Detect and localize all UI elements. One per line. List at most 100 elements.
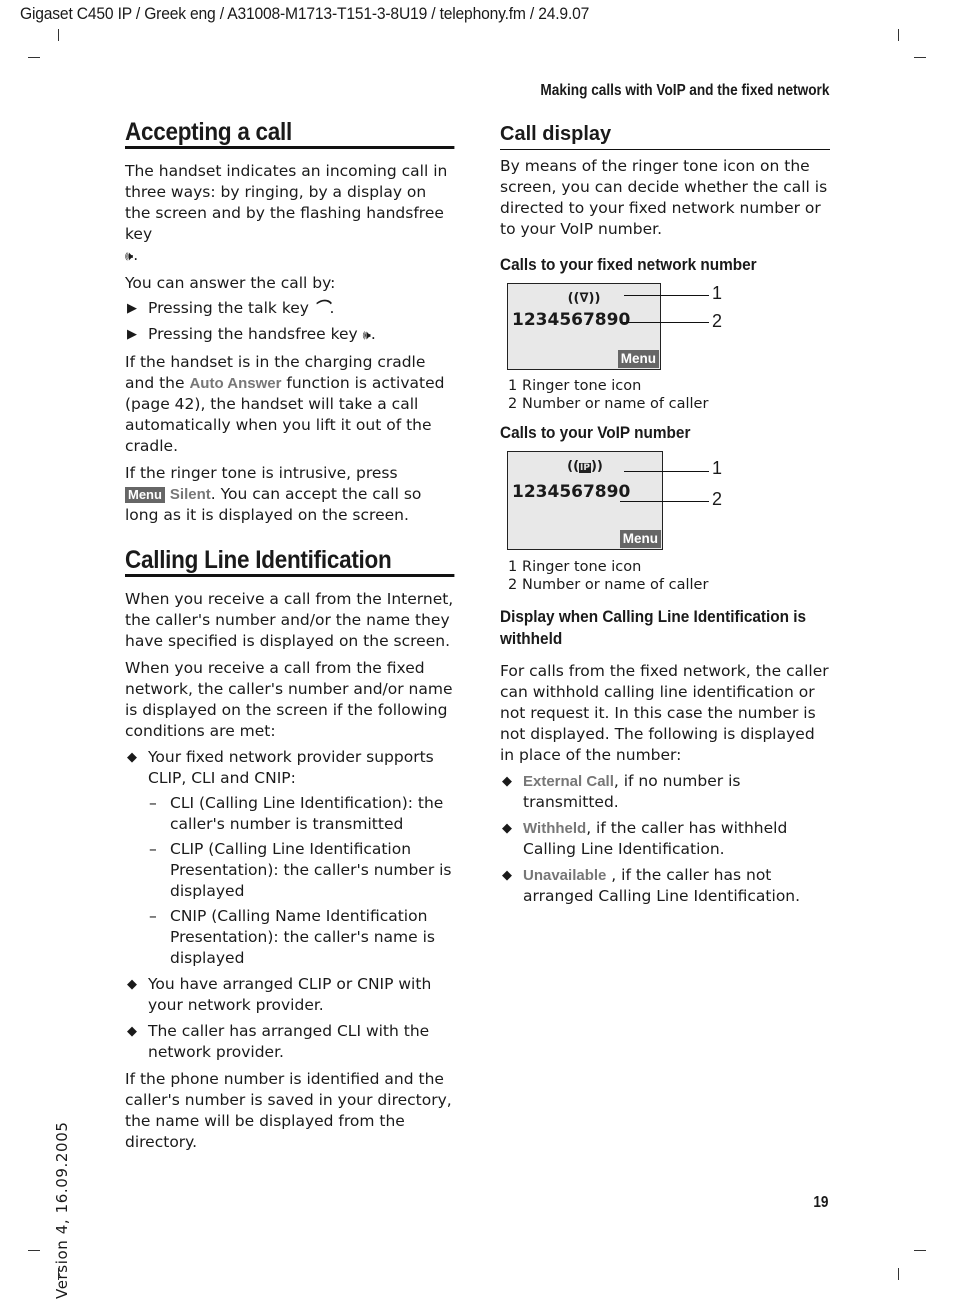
figure-legend: 1 Ringer tone icon 2 Number or name of cal…: [500, 377, 830, 413]
sub-text: CLI (Calling Line Identification): the c…: [170, 794, 444, 833]
crop-mark: [58, 29, 59, 41]
crop-mark: [898, 1268, 899, 1280]
callout-number: 2: [712, 311, 723, 331]
crop-mark: [914, 57, 926, 58]
legend-text: Ringer tone icon: [522, 559, 642, 575]
callout-line: [624, 471, 709, 472]
subheading-withheld: Display when Calling Line Identification…: [500, 608, 807, 648]
diamond-bullet-icon: ◆: [127, 1024, 137, 1039]
sub-list-item: – CLIP (Calling Line Identification Pres…: [125, 839, 455, 902]
caller-number: 1234567890: [512, 310, 631, 330]
list-item: ◆ Your fixed network provider supports C…: [125, 747, 455, 789]
legend-item: 1 Ringer tone icon: [508, 377, 830, 395]
ui-term-unavailable: Unavailable: [523, 867, 607, 884]
ui-term-external-call: External Call: [523, 773, 614, 790]
legend-number: 1: [508, 559, 518, 575]
running-title: Making calls with VoIP and the fixed net…: [539, 82, 829, 99]
legend-text: Number or name of caller: [522, 577, 709, 593]
list-item: ◆ External Call, if no number is transmi…: [500, 771, 830, 813]
fixed-display-figure: ((∇)) 1234567890 Menu 1 2: [500, 283, 830, 371]
ui-term-withheld: Withheld: [523, 820, 587, 837]
paragraph: The handset indicates an incoming call i…: [125, 162, 448, 264]
step-text: Pressing the handsfree key: [148, 325, 358, 343]
diamond-bullet-icon: ◆: [502, 868, 512, 883]
crop-mark: [28, 57, 40, 58]
crop-mark: [898, 29, 899, 41]
bullet-text: The caller has arranged CLI with the net…: [148, 1022, 430, 1061]
page-number: 19: [813, 1194, 829, 1211]
section-title-accepting: Accepting a call: [125, 120, 455, 149]
sub-text: CNIP (Calling Name Identification Presen…: [170, 907, 435, 967]
list-item: ◆ Withheld, if the caller has withheld C…: [500, 818, 830, 860]
list-item: ◆ You have arranged CLIP or CNIP with yo…: [125, 974, 455, 1016]
ui-term-silent: Silent: [169, 486, 211, 503]
crop-mark: [28, 1250, 40, 1251]
paragraph: When you receive a call from the Interne…: [125, 590, 454, 650]
list-item: ▶ Pressing the handsfree key 🕪︎.: [127, 325, 376, 343]
legend-item: 2 Number or name of caller: [508, 395, 830, 413]
callout-line: [620, 501, 709, 502]
legend-text: Number or name of caller: [522, 396, 709, 412]
right-column: Call display By means of the ringer tone…: [500, 124, 830, 907]
dash-bullet: –: [149, 907, 157, 925]
legend-text: Ringer tone icon: [522, 378, 642, 394]
bullet-text: Your fixed network provider supports CLI…: [148, 748, 434, 787]
diamond-bullet-icon: ◆: [127, 750, 137, 765]
text: If the ringer tone is intrusive, press: [125, 464, 398, 482]
legend-number: 1: [508, 378, 518, 394]
diamond-bullet-icon: ◆: [502, 821, 512, 836]
dash-bullet: –: [149, 840, 157, 858]
caller-number: 1234567890: [512, 482, 631, 502]
paragraph: If the phone number is identified and th…: [125, 1070, 452, 1151]
paragraph: For calls from the fixed network, the ca…: [500, 662, 829, 764]
callout-number: 1: [712, 458, 723, 478]
subheading-fixed: Calls to your fixed network number: [500, 256, 757, 274]
sub-text: CLIP (Calling Line Identification Presen…: [170, 840, 452, 900]
file-info-header: Gigaset C450 IP / Greek eng / A31008-M17…: [20, 4, 590, 23]
ringer-tone-icon: ((∇)): [567, 291, 601, 306]
legend-number: 2: [508, 396, 518, 412]
ringer-tone-ip-icon: ((IP)): [508, 456, 662, 479]
callout-number: 1: [712, 283, 723, 303]
bullet-text: You have arranged CLIP or CNIP with your…: [148, 975, 432, 1014]
sub-list-item: – CNIP (Calling Name Identification Pres…: [125, 906, 455, 969]
paragraph: If the handset is in the charging cradle…: [125, 352, 455, 457]
list-item: ◆ Unavailable , if the caller has not ar…: [500, 865, 830, 907]
handsfree-key-icon: 🕪︎: [125, 249, 134, 264]
callout-number: 2: [712, 489, 723, 509]
diamond-bullet-icon: ◆: [127, 977, 137, 992]
handset-screen-fixed: ((∇)) 1234567890 Menu: [507, 283, 661, 370]
answer-intro: You can answer the call by:: [125, 274, 336, 292]
version-sidebar: Version 4, 16.09.2005: [53, 1121, 71, 1300]
sub-list-item: – CLI (Calling Line Identification): the…: [125, 793, 455, 835]
list-item: ◆ The caller has arranged CLI with the n…: [125, 1021, 455, 1063]
ringer-wave-right: )): [590, 459, 603, 474]
legend-item: 1 Ringer tone icon: [508, 558, 830, 576]
legend-number: 2: [508, 577, 518, 593]
subheading-voip: Calls to your VoIP number: [500, 424, 691, 442]
paragraph: By means of the ringer tone icon on the …: [500, 157, 828, 238]
menu-key-label: Menu: [125, 487, 165, 503]
dash-bullet: –: [149, 794, 157, 812]
voip-display-figure: ((IP)) 1234567890 Menu 1 2: [500, 451, 830, 552]
arrow-bullet-icon: ▶: [127, 327, 137, 342]
callout-line: [620, 322, 709, 323]
ringer-wave-left: ((: [567, 459, 580, 474]
arrow-bullet-icon: ▶: [127, 301, 137, 316]
ui-term-auto-answer: Auto Answer: [189, 375, 282, 392]
menu-softkey: Menu: [617, 350, 659, 368]
talk-key-icon: ⌒: [313, 299, 330, 317]
paragraph: When you receive a call from the fixed n…: [125, 659, 453, 740]
callout-line: [624, 295, 709, 296]
section-title-cli: Calling Line Identification: [125, 548, 455, 577]
left-column: Accepting a call The handset indicates a…: [125, 120, 455, 1153]
figure-legend: 1 Ringer tone icon 2 Number or name of cal…: [500, 558, 830, 594]
section-title-call-display: Call display: [500, 124, 830, 150]
ip-badge: IP: [579, 463, 591, 473]
handsfree-key-icon: 🕪︎: [362, 328, 371, 343]
legend-item: 2 Number or name of caller: [508, 576, 830, 594]
menu-softkey: Menu: [619, 530, 661, 548]
diamond-bullet-icon: ◆: [502, 774, 512, 789]
intro-text: The handset indicates an incoming call i…: [125, 162, 448, 243]
paragraph: If the ringer tone is intrusive, press M…: [125, 463, 455, 526]
